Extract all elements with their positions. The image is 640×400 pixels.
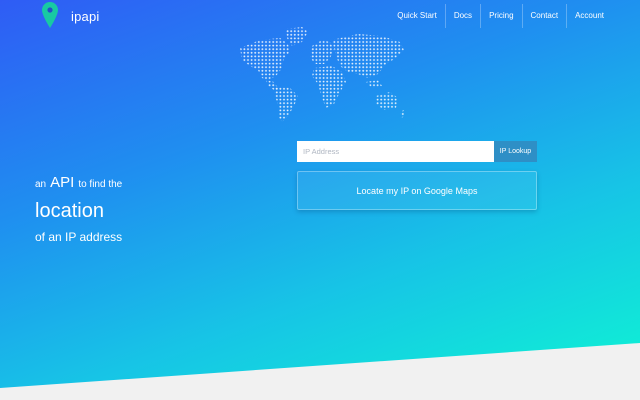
nav-account[interactable]: Account [566,4,612,28]
ip-lookup-form: IP Lookup [297,141,537,162]
nav-contact[interactable]: Contact [521,4,567,28]
tagline-word-an: an [35,179,47,190]
map-pin-icon[interactable] [42,2,58,28]
google-maps-button[interactable]: Locate my IP on Google Maps [297,171,537,210]
tagline-word-find: to find the [78,179,123,190]
tagline-word-api: API [50,174,75,191]
nav-quick-start[interactable]: Quick Start [389,4,445,28]
world-map-icon [240,27,405,122]
main-nav: Quick Start Docs Pricing Contact Account [389,4,612,28]
tagline-location: location [35,200,104,222]
tagline-ip-address: of an IP address [35,230,123,244]
brand-name[interactable]: ipapi [71,9,99,24]
ip-address-input[interactable] [297,141,494,162]
nav-docs[interactable]: Docs [444,4,480,28]
tagline: an API to find the location of an IP add… [35,174,123,243]
ip-lookup-button[interactable]: IP Lookup [494,141,537,162]
nav-pricing[interactable]: Pricing [480,4,521,28]
